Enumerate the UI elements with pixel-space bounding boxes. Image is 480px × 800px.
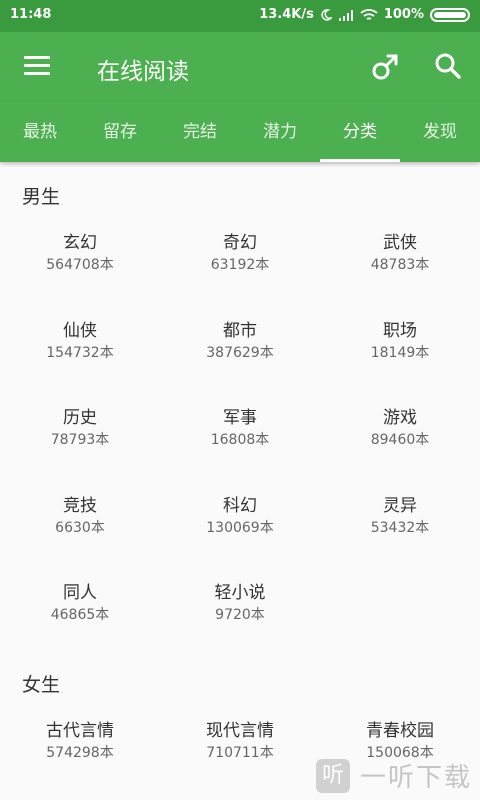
category-name: 职场 [383, 320, 417, 341]
category-name: 同人 [63, 583, 97, 603]
category-name: 仙侠 [63, 320, 97, 341]
category-count: 9720本 [215, 607, 265, 623]
section-title: 男生 [22, 186, 61, 208]
tab-4[interactable]: 潜力 [240, 102, 320, 162]
category-count: 48783本 [370, 257, 430, 273]
category-count: 387629本 [206, 344, 274, 361]
category-count: 16808本 [210, 432, 270, 448]
watermark-text: 一听下载 [359, 763, 472, 793]
moon-icon [321, 8, 332, 21]
category-item[interactable]: 都市 387629本 [160, 320, 320, 362]
category-item[interactable]: 职场 18149本 [320, 320, 480, 362]
category-name: 现代言情 [206, 721, 274, 741]
category-item[interactable]: 轻小说 9720本 [160, 582, 320, 624]
category-count: 53432本 [370, 519, 430, 536]
category-name: 古代言情 [46, 721, 114, 741]
battery-percent: 100% [383, 7, 424, 22]
category-item[interactable]: 古代言情 574298本 [0, 720, 160, 762]
category-item[interactable]: 科幻 130069本 [160, 495, 320, 537]
category-item[interactable]: 青春校园 150068本 [320, 720, 480, 762]
category-count: 564708本 [46, 257, 114, 273]
category-item[interactable]: 仙侠 154732本 [0, 320, 160, 362]
category-name: 游戏 [383, 408, 417, 428]
category-name: 轻小说 [214, 583, 266, 603]
category-name: 青春校园 [366, 721, 434, 741]
watermark-logo-icon: 听 [315, 758, 350, 793]
category-count: 130069本 [206, 519, 274, 536]
status-time: 11:48 [10, 7, 52, 22]
network-speed: 13.4K/s [259, 7, 314, 22]
watermark: 听 一听下载 [315, 757, 472, 794]
category-item[interactable]: 军事 16808本 [160, 407, 320, 449]
tab-3[interactable]: 完结 [160, 102, 240, 162]
battery-icon [430, 7, 470, 22]
category-count: 89460本 [370, 432, 430, 448]
tab-bar: 最热 留存 完结 潜力 分类 发现 [0, 102, 480, 162]
category-count: 46865本 [50, 607, 110, 623]
wifi-icon [360, 8, 378, 20]
male-gender-icon[interactable] [370, 52, 400, 82]
category-name: 武侠 [383, 233, 417, 253]
status-bar: 11:48 13.4K/s 100% [0, 0, 480, 32]
category-item[interactable]: 现代言情 710711本 [160, 720, 320, 762]
category-item[interactable]: 游戏 89460本 [320, 407, 480, 449]
category-count: 6630本 [55, 519, 105, 536]
category-name: 玄幻 [63, 233, 97, 253]
category-name: 竞技 [63, 495, 97, 516]
category-item[interactable]: 竞技 6630本 [0, 495, 160, 537]
menu-icon[interactable] [24, 56, 50, 76]
category-name: 历史 [63, 408, 97, 428]
signal-icon [338, 9, 353, 21]
category-item[interactable]: 武侠 48783本 [320, 232, 480, 274]
tab-6[interactable]: 发现 [400, 102, 480, 162]
category-item[interactable]: 历史 78793本 [0, 407, 160, 449]
tab-5[interactable]: 分类 [320, 102, 400, 162]
status-right: 13.4K/s 100% [259, 7, 470, 22]
category-name: 军事 [223, 408, 257, 428]
app-bar: 在线阅读 [0, 32, 480, 102]
category-count: 574298本 [46, 745, 114, 761]
category-item[interactable]: 玄幻 564708本 [0, 232, 160, 274]
section-title: 女生 [22, 674, 61, 696]
category-count: 18149本 [370, 344, 430, 361]
category-count: 154732本 [46, 344, 114, 361]
category-name: 都市 [223, 320, 257, 341]
category-item[interactable]: 同人 46865本 [0, 582, 160, 624]
search-icon[interactable] [434, 52, 462, 80]
category-count: 63192本 [210, 257, 270, 273]
category-name: 灵异 [383, 495, 417, 516]
category-count: 78793本 [50, 432, 110, 448]
app-title: 在线阅读 [97, 59, 189, 85]
tab-2[interactable]: 留存 [80, 102, 160, 162]
category-item[interactable]: 奇幻 63192本 [160, 232, 320, 274]
category-name: 奇幻 [223, 233, 257, 253]
category-item[interactable]: 灵异 53432本 [320, 495, 480, 537]
tab-1[interactable]: 最热 [0, 102, 80, 162]
category-count: 710711本 [206, 745, 274, 761]
category-name: 科幻 [223, 495, 257, 516]
